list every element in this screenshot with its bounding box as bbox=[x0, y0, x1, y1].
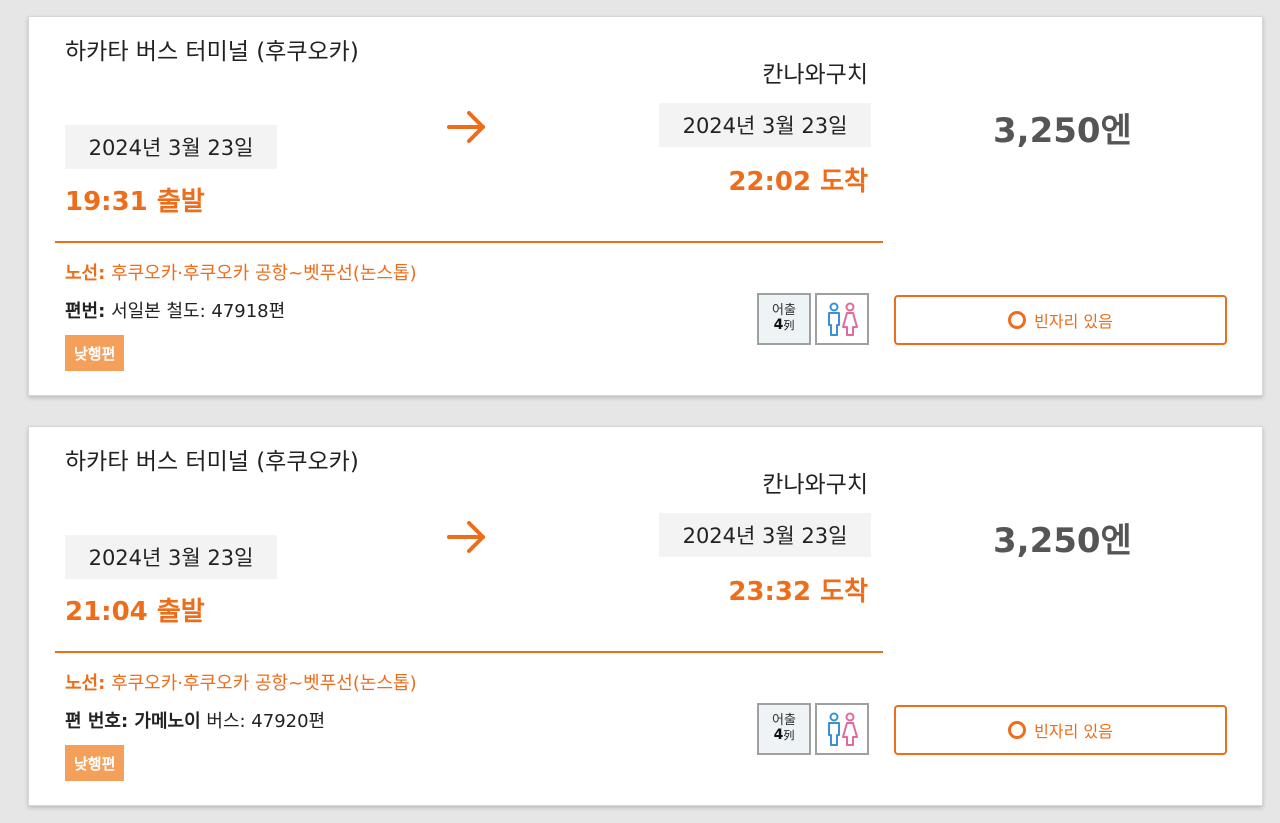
flight-label: 편번: bbox=[65, 301, 106, 322]
circle-icon bbox=[1008, 721, 1027, 739]
route-value: 후쿠오카·후쿠오카 공항~벳푸선(논스톱) bbox=[111, 673, 417, 694]
seat-rows-icon: 어출 4列 bbox=[757, 293, 811, 345]
arrival-date: 2024년 3월 23일 bbox=[659, 513, 871, 557]
route-info: 노선: 후쿠오카·후쿠오카 공항~벳푸선(논스톱) bbox=[65, 259, 417, 285]
flight-label: 편 번호: 가메노이 bbox=[65, 711, 201, 732]
divider bbox=[55, 651, 883, 653]
circle-icon bbox=[1008, 311, 1027, 329]
flight-value: 서일본 철도: 47918편 bbox=[111, 301, 286, 322]
origin-name: 하카타 버스 터미널 (후쿠오카) bbox=[65, 39, 359, 65]
flight-info: 편번: 서일본 철도: 47918편 bbox=[65, 297, 285, 323]
route-label: 노선: bbox=[65, 673, 106, 694]
seat-rows-icon: 어출 4列 bbox=[757, 703, 811, 755]
departure-time: 21:04 출발 bbox=[65, 597, 205, 627]
seat-icon-label: 어출 bbox=[772, 713, 796, 729]
destination-name: 칸나와구치 bbox=[762, 62, 868, 88]
arrival-date: 2024년 3월 23일 bbox=[659, 103, 871, 147]
origin-name: 하카타 버스 터미널 (후쿠오카) bbox=[65, 449, 359, 475]
route-info: 노선: 후쿠오카·후쿠오카 공항~벳푸선(논스톱) bbox=[65, 669, 417, 695]
restroom-icon bbox=[815, 293, 869, 345]
availability-button[interactable]: 빈자리 있음 bbox=[894, 295, 1227, 345]
route-value: 후쿠오카·후쿠오카 공항~벳푸선(논스톱) bbox=[111, 263, 417, 284]
seat-icon-label: 어출 bbox=[772, 303, 796, 319]
daytime-badge: 낮행편 bbox=[65, 745, 125, 781]
arrow-right-icon bbox=[447, 521, 485, 553]
fare-price: 3,250엔 bbox=[993, 521, 1132, 561]
result-card: 하카타 버스 터미널 (후쿠오카) 2024년 3월 23일 21:04 출발 … bbox=[28, 426, 1263, 806]
arrow-right-icon bbox=[447, 111, 485, 143]
result-card: 하카타 버스 터미널 (후쿠오카) 2024년 3월 23일 19:31 출발 … bbox=[28, 16, 1263, 396]
departure-time: 19:31 출발 bbox=[65, 187, 205, 217]
departure-date: 2024년 3월 23일 bbox=[65, 535, 277, 579]
restroom-icon bbox=[815, 703, 869, 755]
route-label: 노선: bbox=[65, 263, 106, 284]
divider bbox=[55, 241, 883, 243]
arrival-time: 22:02 도착 bbox=[728, 167, 868, 197]
seat-icon-count: 4列 bbox=[773, 317, 795, 334]
arrival-time: 23:32 도착 bbox=[728, 577, 868, 607]
availability-label: 빈자리 있음 bbox=[1034, 312, 1113, 331]
seat-icon-count: 4列 bbox=[773, 727, 795, 744]
flight-value: 버스: 47920편 bbox=[206, 711, 326, 732]
daytime-badge: 낮행편 bbox=[65, 335, 125, 371]
availability-label: 빈자리 있음 bbox=[1034, 722, 1113, 741]
fare-price: 3,250엔 bbox=[993, 111, 1132, 151]
flight-info: 편 번호: 가메노이 버스: 47920편 bbox=[65, 707, 325, 733]
availability-button[interactable]: 빈자리 있음 bbox=[894, 705, 1227, 755]
departure-date: 2024년 3월 23일 bbox=[65, 125, 277, 169]
destination-name: 칸나와구치 bbox=[762, 472, 868, 498]
